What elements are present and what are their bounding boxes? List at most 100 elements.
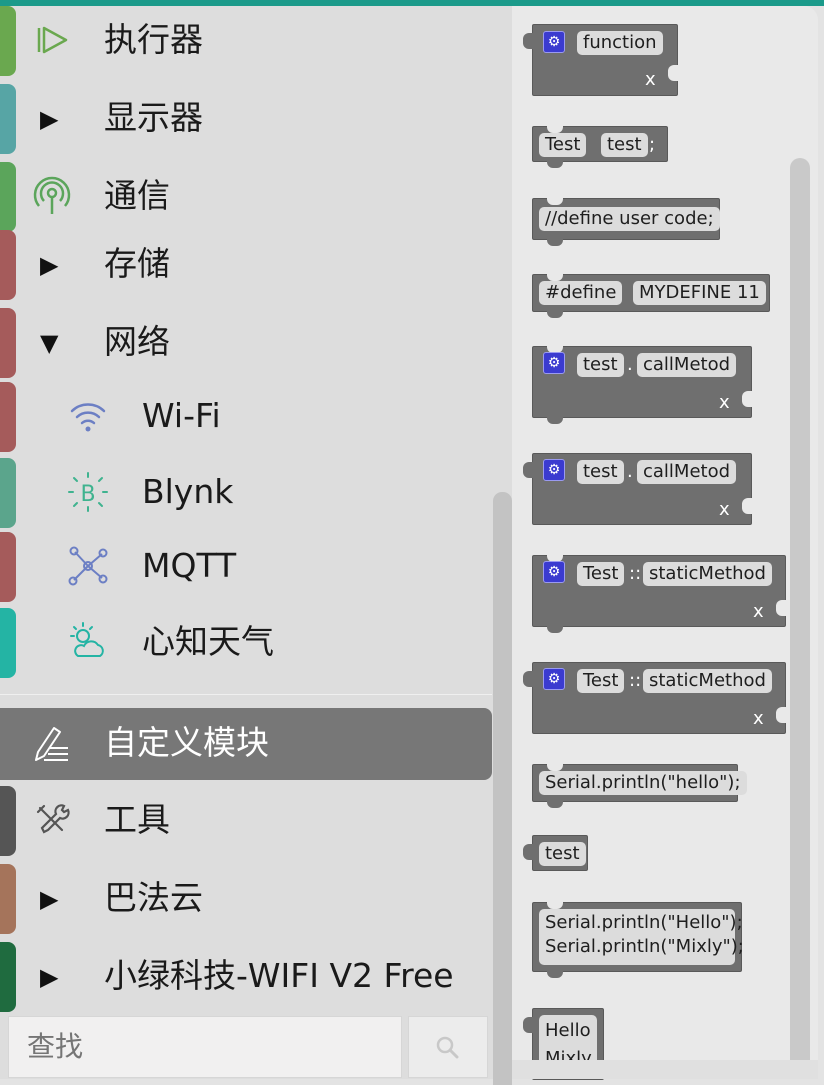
block-field[interactable]: Serial.println("Hello"); Serial.println(… [539, 909, 744, 965]
category-mqtt[interactable]: MQTT [0, 532, 492, 608]
category-tools[interactable]: 工具 [0, 786, 492, 862]
block-field[interactable]: staticMethod [643, 562, 772, 586]
category-color-stripe [0, 608, 16, 678]
category-storage[interactable]: ▶ 存储 [0, 230, 492, 306]
gear-icon[interactable]: ⚙ [543, 561, 565, 583]
block-field[interactable]: callMetod [637, 353, 737, 377]
block-text-value[interactable]: test [523, 835, 588, 871]
category-color-stripe [0, 84, 16, 154]
block-arg-label: x [645, 69, 656, 90]
block-declare-variable[interactable]: Test test ; [532, 126, 668, 168]
triangle-right-icon: ▶ [40, 105, 59, 133]
category-color-stripe [0, 458, 16, 528]
block-text: :: [629, 670, 642, 691]
gear-icon[interactable]: ⚙ [543, 668, 565, 690]
category-label: 存储 [104, 244, 170, 283]
block-field[interactable]: function [577, 31, 663, 55]
flyout-horizontal-scrollbar[interactable] [512, 1060, 818, 1079]
block-field[interactable]: test [577, 353, 624, 377]
category-custom-module[interactable]: 自定义模块 [0, 708, 492, 780]
category-communication[interactable]: 通信 [0, 162, 492, 238]
block-field[interactable]: test [601, 133, 648, 157]
block-function-call[interactable]: ⚙ function x [523, 24, 678, 96]
category-label: MQTT [142, 546, 237, 585]
category-color-stripe [0, 786, 16, 856]
triangle-right-icon: ▶ [40, 885, 59, 913]
block-field[interactable]: Serial.println("hello"); [539, 771, 747, 795]
category-label: 执行器 [104, 20, 203, 59]
blynk-icon: B [68, 472, 108, 512]
gear-icon[interactable]: ⚙ [543, 31, 565, 53]
category-wifi[interactable]: Wi-Fi [0, 382, 492, 458]
search-icon [436, 1036, 459, 1059]
block-field[interactable]: Test [577, 562, 625, 586]
category-actuator[interactable]: 执行器 [0, 6, 492, 82]
pencil-list-icon [35, 727, 68, 761]
category-label: 通信 [104, 176, 170, 215]
category-blynk[interactable]: B Blynk [0, 458, 492, 534]
block-text: :: [629, 563, 642, 584]
block-static-method-statement[interactable]: ⚙ Test :: staticMethod x [532, 555, 786, 633]
block-static-method-value[interactable]: ⚙ Test :: staticMethod x [523, 662, 786, 734]
text-line: Hello [545, 1020, 591, 1041]
search-button[interactable] [408, 1016, 488, 1078]
block-field[interactable]: staticMethod [643, 669, 772, 693]
category-bafayun[interactable]: ▶ 巴法云 [0, 864, 492, 940]
block-field[interactable]: callMetod [637, 460, 737, 484]
code-line: Serial.println("Hello"); [545, 912, 743, 933]
block-multiline-code[interactable]: Serial.println("Hello"); Serial.println(… [532, 902, 744, 978]
play-outline-icon [37, 26, 68, 54]
triangle-right-icon: ▶ [40, 963, 59, 991]
flyout-scrollbar[interactable] [790, 158, 810, 1079]
category-label: 心知天气 [142, 622, 274, 661]
block-text: . [627, 354, 633, 375]
weather-icon [70, 622, 104, 657]
tools-icon [36, 804, 70, 834]
antenna-icon [33, 176, 71, 214]
category-color-stripe [0, 942, 16, 1012]
category-color-stripe [0, 532, 16, 602]
block-text: ; [649, 134, 656, 155]
block-field[interactable]: Test [577, 669, 625, 693]
code-line: Serial.println("Mixly"); [545, 936, 744, 957]
category-toolbox: 执行器 ▶ 显示器 通信 ▶ 存储 ▼ 网络 Wi-Fi B Blynk MQT… [0, 6, 512, 1085]
block-flyout: ⚙ function x Test test ; //define user c… [512, 6, 818, 1080]
category-display[interactable]: ▶ 显示器 [0, 84, 492, 160]
gear-icon[interactable]: ⚙ [543, 352, 565, 374]
block-arg-label: x [753, 601, 764, 622]
block-define[interactable]: #define MYDEFINE 11 [532, 274, 770, 318]
category-color-stripe [0, 382, 16, 452]
category-label: Wi-Fi [142, 396, 221, 435]
category-weather[interactable]: 心知天气 [0, 608, 492, 684]
network-icon [68, 546, 108, 586]
block-arg-label: x [719, 392, 730, 413]
svg-text:B: B [80, 482, 95, 507]
category-label: 自定义模块 [104, 723, 269, 762]
category-label: 小绿科技-WIFI V2 Free [104, 956, 454, 995]
category-network[interactable]: ▼ 网络 [0, 308, 492, 384]
gear-icon[interactable]: ⚙ [543, 459, 565, 481]
block-serial-println[interactable]: Serial.println("hello"); [532, 764, 747, 808]
block-call-method-statement[interactable]: ⚙ test . callMetod x [532, 346, 752, 424]
block-field[interactable]: //define user code; [539, 207, 720, 231]
block-user-code[interactable]: //define user code; [532, 198, 720, 246]
block-field[interactable]: #define [539, 281, 623, 305]
triangle-right-icon: ▶ [40, 251, 59, 279]
wifi-icon [70, 403, 106, 432]
block-call-method-value[interactable]: ⚙ test . callMetod x [523, 453, 752, 525]
category-color-stripe [0, 308, 16, 378]
block-field[interactable]: test [539, 842, 586, 866]
category-color-stripe [0, 6, 16, 76]
search-input[interactable] [17, 1017, 393, 1075]
block-arg-label: x [719, 499, 730, 520]
category-color-stripe [0, 162, 16, 232]
triangle-down-icon: ▼ [40, 329, 59, 357]
block-field[interactable]: MYDEFINE 11 [633, 281, 766, 305]
block-field[interactable]: test [577, 460, 624, 484]
category-xiaolv-wifi[interactable]: ▶ 小绿科技-WIFI V2 Free [0, 942, 492, 1018]
toolbox-scrollbar[interactable] [493, 492, 512, 1085]
divider [0, 694, 492, 695]
block-field[interactable]: Test [539, 133, 587, 157]
search-box [8, 1016, 402, 1078]
category-label: Blynk [142, 472, 234, 511]
